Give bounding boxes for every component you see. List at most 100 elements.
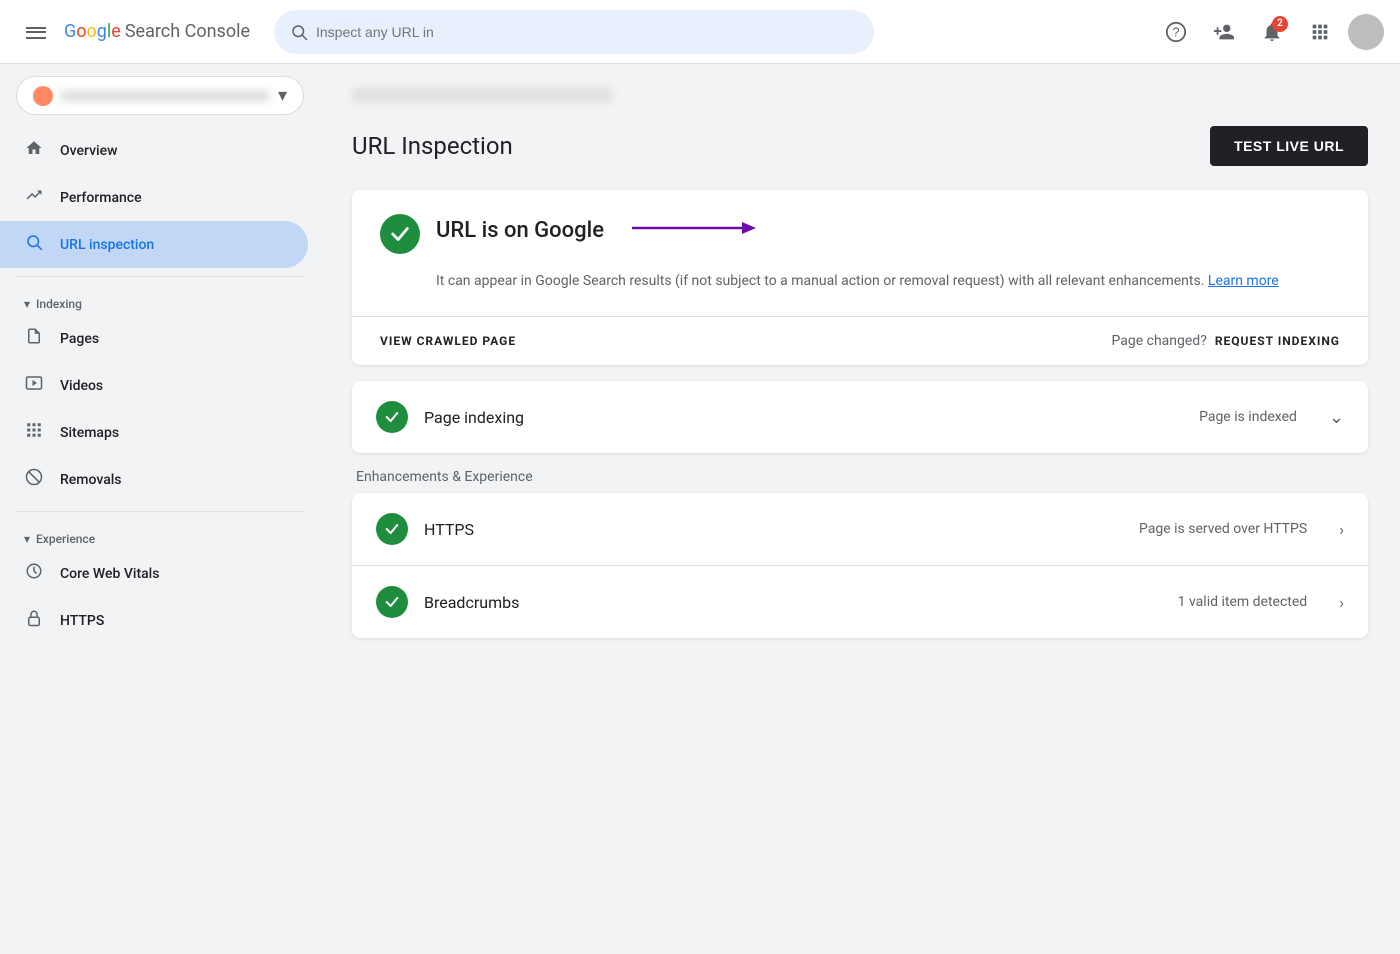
videos-icon bbox=[24, 374, 44, 397]
help-icon-btn[interactable]: ? bbox=[1156, 12, 1196, 52]
indexing-check-icon bbox=[376, 401, 408, 433]
breadcrumbs-value: 1 valid item detected bbox=[1178, 594, 1308, 610]
breadcrumbs-enhancement-row[interactable]: Breadcrumbs 1 valid item detected › bbox=[352, 566, 1368, 638]
performance-icon bbox=[24, 186, 44, 209]
property-selector[interactable]: ▾ bbox=[16, 76, 304, 115]
sidebar-label-videos: Videos bbox=[60, 378, 103, 394]
divider-2 bbox=[16, 511, 304, 512]
https-icon bbox=[24, 609, 44, 632]
status-card-body: URL is on Google It can appear bbox=[352, 190, 1368, 316]
home-icon bbox=[24, 139, 44, 162]
sidebar-item-sitemaps[interactable]: Sitemaps bbox=[0, 409, 308, 456]
breadcrumb bbox=[352, 88, 612, 102]
breadcrumbs-label: Breadcrumbs bbox=[424, 593, 1162, 612]
status-header: URL is on Google bbox=[380, 214, 1340, 254]
page-indexing-status: Page is indexed bbox=[1199, 409, 1297, 425]
enhancements-section-label: Enhancements & Experience bbox=[352, 469, 1368, 485]
page-indexing-label: Page indexing bbox=[424, 408, 1183, 427]
enhancements-card: HTTPS Page is served over HTTPS › Breadc… bbox=[352, 493, 1368, 638]
test-live-url-button[interactable]: TEST LIVE URL bbox=[1210, 126, 1368, 166]
https-value: Page is served over HTTPS bbox=[1139, 521, 1307, 537]
arrow-annotation bbox=[632, 214, 762, 246]
help-icon: ? bbox=[1165, 21, 1187, 43]
sidebar-item-performance[interactable]: Performance bbox=[0, 174, 308, 221]
menu-icon[interactable] bbox=[16, 12, 56, 52]
sitemaps-icon bbox=[24, 421, 44, 444]
section-header-indexing[interactable]: ▾ Indexing bbox=[0, 285, 320, 315]
section-header-experience[interactable]: ▾ Experience bbox=[0, 520, 320, 550]
view-crawled-page-link[interactable]: VIEW CRAWLED PAGE bbox=[380, 334, 516, 348]
action-right: Page changed? REQUEST INDEXING bbox=[1112, 333, 1341, 349]
sidebar-item-videos[interactable]: Videos bbox=[0, 362, 308, 409]
experience-chevron-icon: ▾ bbox=[24, 532, 30, 546]
https-label: HTTPS bbox=[424, 520, 1123, 539]
page-indexing-row[interactable]: Page indexing Page is indexed ⌄ bbox=[352, 381, 1368, 453]
sidebar-item-removals[interactable]: Removals bbox=[0, 456, 308, 503]
sidebar-label-performance: Performance bbox=[60, 190, 142, 206]
request-indexing-link[interactable]: REQUEST INDEXING bbox=[1215, 334, 1340, 348]
arrow-svg bbox=[632, 214, 762, 242]
user-settings-icon-btn[interactable] bbox=[1204, 12, 1244, 52]
page-changed-label: Page changed? bbox=[1112, 333, 1207, 349]
status-title: URL is on Google bbox=[436, 218, 604, 243]
section-label-experience: Experience bbox=[36, 532, 95, 546]
divider-1 bbox=[16, 276, 304, 277]
sidebar-item-https[interactable]: HTTPS bbox=[0, 597, 308, 644]
notification-icon-btn[interactable]: 2 bbox=[1252, 12, 1292, 52]
https-enhancement-row[interactable]: HTTPS Page is served over HTTPS › bbox=[352, 493, 1368, 566]
search-icon bbox=[290, 23, 308, 41]
learn-more-link[interactable]: Learn more bbox=[1208, 273, 1279, 289]
property-dropdown-icon: ▾ bbox=[278, 85, 287, 106]
status-card: URL is on Google It can appear bbox=[352, 190, 1368, 365]
sidebar-label-overview: Overview bbox=[60, 143, 117, 159]
status-description: It can appear in Google Search results (… bbox=[436, 270, 1340, 292]
indexing-checkmark-icon bbox=[384, 409, 400, 425]
section-label-indexing: Indexing bbox=[36, 297, 82, 311]
sidebar-item-url-inspection[interactable]: URL inspection bbox=[0, 221, 308, 268]
page-title: URL Inspection bbox=[352, 132, 513, 160]
app-logo: Google Search Console bbox=[64, 21, 250, 42]
google-wordmark: Google bbox=[64, 21, 121, 42]
sidebar-label-https: HTTPS bbox=[60, 613, 104, 629]
avatar[interactable] bbox=[1348, 14, 1384, 50]
sidebar-item-core-web-vitals[interactable]: Core Web Vitals bbox=[0, 550, 308, 597]
pages-icon bbox=[24, 327, 44, 350]
apps-icon bbox=[1309, 21, 1331, 43]
sidebar-item-pages[interactable]: Pages bbox=[0, 315, 308, 362]
property-name bbox=[61, 90, 270, 102]
notification-badge: 2 bbox=[1272, 16, 1288, 32]
https-checkmark-icon bbox=[384, 521, 400, 537]
sidebar-label-sitemaps: Sitemaps bbox=[60, 425, 119, 441]
main-layout: ▾ Overview Performance URL inspection bbox=[0, 64, 1400, 890]
sidebar-label-core-web-vitals: Core Web Vitals bbox=[60, 566, 159, 582]
core-web-vitals-icon bbox=[24, 562, 44, 585]
card-actions: VIEW CRAWLED PAGE Page changed? REQUEST … bbox=[352, 316, 1368, 365]
sidebar: ▾ Overview Performance URL inspection bbox=[0, 64, 320, 890]
checkmark-icon bbox=[389, 223, 411, 245]
status-title-container: URL is on Google bbox=[436, 214, 762, 246]
https-check-icon bbox=[376, 513, 408, 545]
top-header: Google Search Console ? 2 bbox=[0, 0, 1400, 64]
url-inspection-icon bbox=[24, 233, 44, 256]
sidebar-label-url-inspection: URL inspection bbox=[60, 237, 154, 253]
app-name: Search Console bbox=[125, 21, 250, 42]
breadcrumbs-expand-icon: › bbox=[1339, 593, 1344, 612]
property-icon bbox=[33, 86, 53, 106]
search-input[interactable] bbox=[316, 24, 858, 40]
removals-icon bbox=[24, 468, 44, 491]
indexing-chevron-icon: ▾ bbox=[24, 297, 30, 311]
sidebar-label-pages: Pages bbox=[60, 331, 99, 347]
indexing-expand-icon: ⌄ bbox=[1329, 407, 1344, 428]
svg-text:?: ? bbox=[1172, 24, 1179, 39]
apps-icon-btn[interactable] bbox=[1300, 12, 1340, 52]
breadcrumbs-checkmark-icon bbox=[384, 594, 400, 610]
url-search-bar[interactable] bbox=[274, 10, 874, 54]
page-header: URL Inspection TEST LIVE URL bbox=[352, 126, 1368, 166]
check-icon bbox=[380, 214, 420, 254]
header-actions: ? 2 bbox=[1156, 12, 1384, 52]
https-expand-icon: › bbox=[1339, 520, 1344, 539]
sidebar-label-removals: Removals bbox=[60, 472, 122, 488]
page-indexing-card: Page indexing Page is indexed ⌄ bbox=[352, 381, 1368, 453]
sidebar-item-overview[interactable]: Overview bbox=[0, 127, 308, 174]
breadcrumbs-check-icon bbox=[376, 586, 408, 618]
